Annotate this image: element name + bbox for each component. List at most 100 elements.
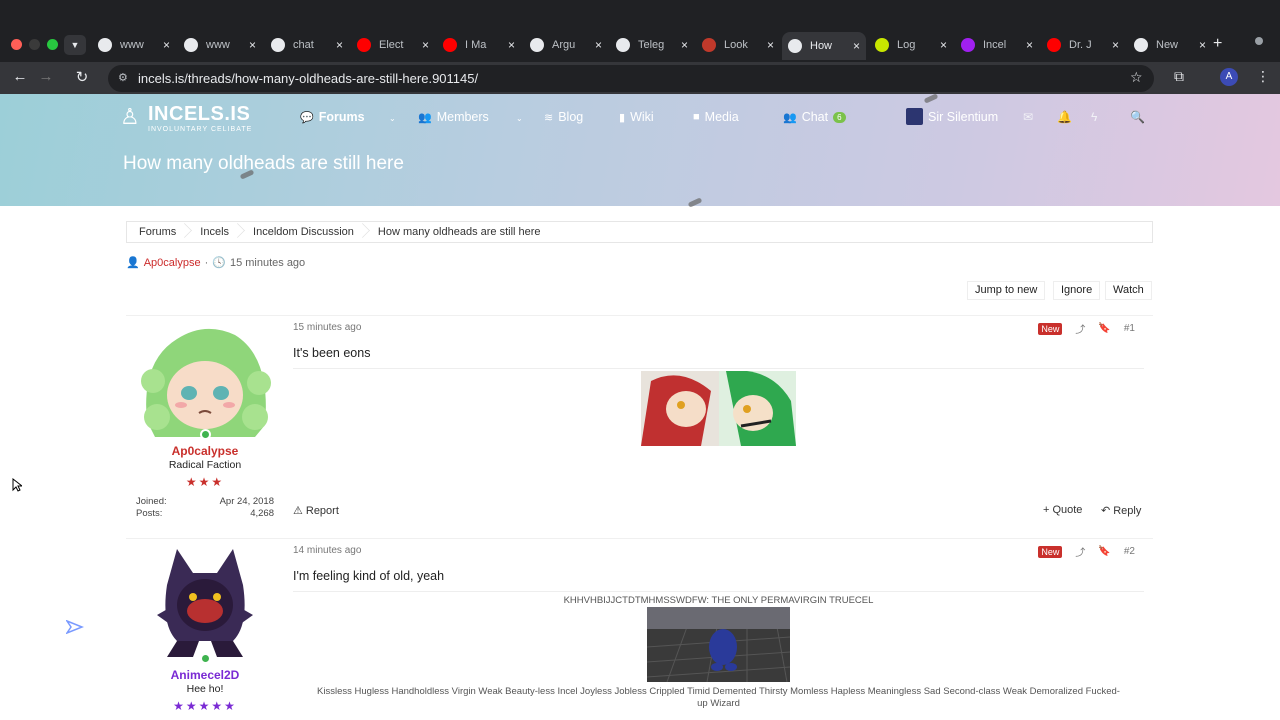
tab-close-icon[interactable]: × bbox=[853, 39, 860, 53]
browser-tab[interactable]: New × bbox=[1128, 34, 1212, 56]
breadcrumb-incels[interactable]: Incels bbox=[188, 226, 241, 238]
tab-close-icon[interactable]: × bbox=[1112, 38, 1119, 52]
tab-title: New bbox=[1156, 39, 1179, 51]
browser-tab[interactable]: Log × bbox=[869, 34, 953, 56]
breadcrumb-inceldom-discussion[interactable]: Inceldom Discussion bbox=[241, 226, 366, 238]
post-date[interactable]: 15 minutes ago bbox=[293, 322, 361, 333]
post-number[interactable]: #2 bbox=[1124, 546, 1135, 557]
post-date[interactable]: 14 minutes ago bbox=[293, 545, 361, 556]
user-joined-row: Joined: Apr 24, 2018 bbox=[136, 496, 274, 507]
watch-button[interactable]: Watch bbox=[1105, 281, 1152, 300]
bookmark-icon[interactable]: 🔖 bbox=[1098, 546, 1110, 557]
envelope-icon[interactable]: ✉ bbox=[1023, 110, 1033, 124]
new-tab-button[interactable]: + bbox=[1213, 35, 1222, 53]
browser-menu-icon[interactable]: ⋮ bbox=[1256, 68, 1270, 85]
browser-tab[interactable]: Argu × bbox=[524, 34, 608, 56]
tab-search-button[interactable]: ▼ bbox=[64, 35, 86, 55]
bookmark-icon[interactable]: 🔖 bbox=[1098, 323, 1110, 334]
lightning-icon[interactable]: ϟ bbox=[1091, 110, 1097, 124]
warning-icon: ⚠ bbox=[293, 505, 303, 517]
nav-media[interactable]: ■ Media bbox=[693, 110, 739, 124]
breadcrumb-forums[interactable]: Forums bbox=[127, 226, 188, 238]
url-text[interactable]: incels.is/threads/how-many-oldheads-are-… bbox=[138, 71, 478, 86]
post-image[interactable] bbox=[641, 371, 796, 446]
browser-tab[interactable]: Look × bbox=[696, 34, 780, 56]
share-icon[interactable]: ⤴ bbox=[1075, 544, 1085, 559]
ignore-button[interactable]: Ignore bbox=[1053, 281, 1101, 300]
google-icon bbox=[184, 38, 198, 52]
extensions-icon[interactable]: ⧉ bbox=[1174, 68, 1184, 85]
clock-icon: 🕓 bbox=[212, 257, 226, 269]
post-username[interactable]: Ap0calypse bbox=[126, 444, 284, 458]
nav-wiki[interactable]: ▮ Wiki bbox=[619, 110, 654, 124]
search-icon[interactable]: 🔍 bbox=[1130, 110, 1145, 124]
back-button[interactable]: ← bbox=[10, 68, 30, 85]
nav-blog[interactable]: ≋ Blog bbox=[544, 110, 583, 124]
browser-tab[interactable]: Dr. J × bbox=[1041, 34, 1125, 56]
profile-avatar[interactable]: A bbox=[1220, 68, 1238, 86]
tab-close-icon[interactable]: × bbox=[1199, 38, 1206, 52]
nav-forums-label: Forums bbox=[318, 110, 365, 124]
tab-close-icon[interactable]: × bbox=[595, 38, 602, 52]
signature-image[interactable] bbox=[647, 607, 790, 682]
browser-tab[interactable]: chat × bbox=[265, 34, 349, 56]
maximize-window-button[interactable] bbox=[47, 39, 58, 50]
tab-title: Look bbox=[724, 39, 748, 51]
reload-button[interactable]: ↻ bbox=[72, 68, 92, 86]
tab-close-icon[interactable]: × bbox=[681, 38, 688, 52]
page-title: How many oldheads are still here bbox=[123, 153, 404, 174]
logo-text: INCELS.IS bbox=[148, 103, 251, 125]
thread-time[interactable]: 15 minutes ago bbox=[230, 257, 305, 269]
quote-button[interactable]: + Quote bbox=[1043, 504, 1082, 516]
browser-tab[interactable]: Elect × bbox=[351, 34, 435, 56]
window-controls bbox=[11, 39, 58, 50]
nav-members[interactable]: 👥 Members bbox=[418, 110, 489, 124]
user-avatar-ap0calypse[interactable] bbox=[137, 321, 273, 437]
tab-title: Argu bbox=[552, 39, 576, 51]
meta-separator: · bbox=[204, 256, 209, 269]
tab-close-icon[interactable]: × bbox=[249, 38, 256, 52]
browser-tab[interactable]: How × bbox=[782, 32, 866, 60]
report-link[interactable]: ⚠ Report bbox=[293, 504, 339, 518]
tab-close-icon[interactable]: × bbox=[163, 38, 170, 52]
video-camera-icon: ■ bbox=[693, 111, 700, 123]
address-bar[interactable]: ⚙ incels.is/threads/how-many-oldheads-ar… bbox=[108, 65, 1154, 92]
tab-title: How bbox=[810, 40, 833, 52]
nav-forums[interactable]: 💬 Forums bbox=[300, 110, 365, 124]
pointer-arrow-icon bbox=[66, 620, 84, 634]
forward-button[interactable]: → bbox=[36, 68, 56, 85]
close-window-button[interactable] bbox=[11, 39, 22, 50]
bell-icon[interactable]: 🔔 bbox=[1057, 110, 1072, 124]
site-info-icon[interactable]: ⚙ bbox=[118, 71, 128, 84]
google-icon bbox=[98, 38, 112, 52]
tab-close-icon[interactable]: × bbox=[508, 38, 515, 52]
tab-close-icon[interactable]: × bbox=[940, 38, 947, 52]
reply-label: Reply bbox=[1113, 504, 1142, 517]
joined-date: Apr 24, 2018 bbox=[219, 496, 274, 507]
chat-users-icon: 👥 bbox=[783, 111, 797, 124]
reply-button[interactable]: ↶ Reply bbox=[1101, 504, 1142, 518]
account-menu[interactable]: Sir Silentium bbox=[906, 108, 998, 125]
post-number[interactable]: #1 bbox=[1124, 323, 1135, 334]
breadcrumb-current-thread[interactable]: How many oldheads are still here bbox=[366, 226, 553, 238]
share-icon[interactable]: ⤴ bbox=[1075, 321, 1085, 336]
bookmark-star-icon[interactable]: ☆ bbox=[1130, 69, 1143, 86]
user-avatar-animecel2d[interactable] bbox=[137, 545, 273, 661]
nav-chat[interactable]: 👥 Chat 6 bbox=[783, 110, 846, 124]
members-menu-caret[interactable]: ⌄ bbox=[516, 114, 523, 123]
forums-menu-caret[interactable]: ⌄ bbox=[389, 114, 396, 123]
tab-close-icon[interactable]: × bbox=[336, 38, 343, 52]
jump-to-new-button[interactable]: Jump to new bbox=[967, 281, 1046, 300]
browser-tab[interactable]: www × bbox=[92, 34, 176, 56]
tab-close-icon[interactable]: × bbox=[1026, 38, 1033, 52]
browser-tab[interactable]: Incel × bbox=[955, 34, 1039, 56]
tab-close-icon[interactable]: × bbox=[767, 38, 774, 52]
browser-tab[interactable]: Teleg × bbox=[610, 34, 694, 56]
tab-close-icon[interactable]: × bbox=[422, 38, 429, 52]
thread-author[interactable]: Ap0calypse bbox=[144, 257, 201, 269]
post-username[interactable]: Animecel2D bbox=[126, 668, 284, 682]
browser-tab[interactable]: www × bbox=[178, 34, 262, 56]
minimize-window-button[interactable] bbox=[29, 39, 40, 50]
user-icon: 👤 bbox=[126, 257, 140, 269]
browser-tab[interactable]: I Ma × bbox=[437, 34, 521, 56]
